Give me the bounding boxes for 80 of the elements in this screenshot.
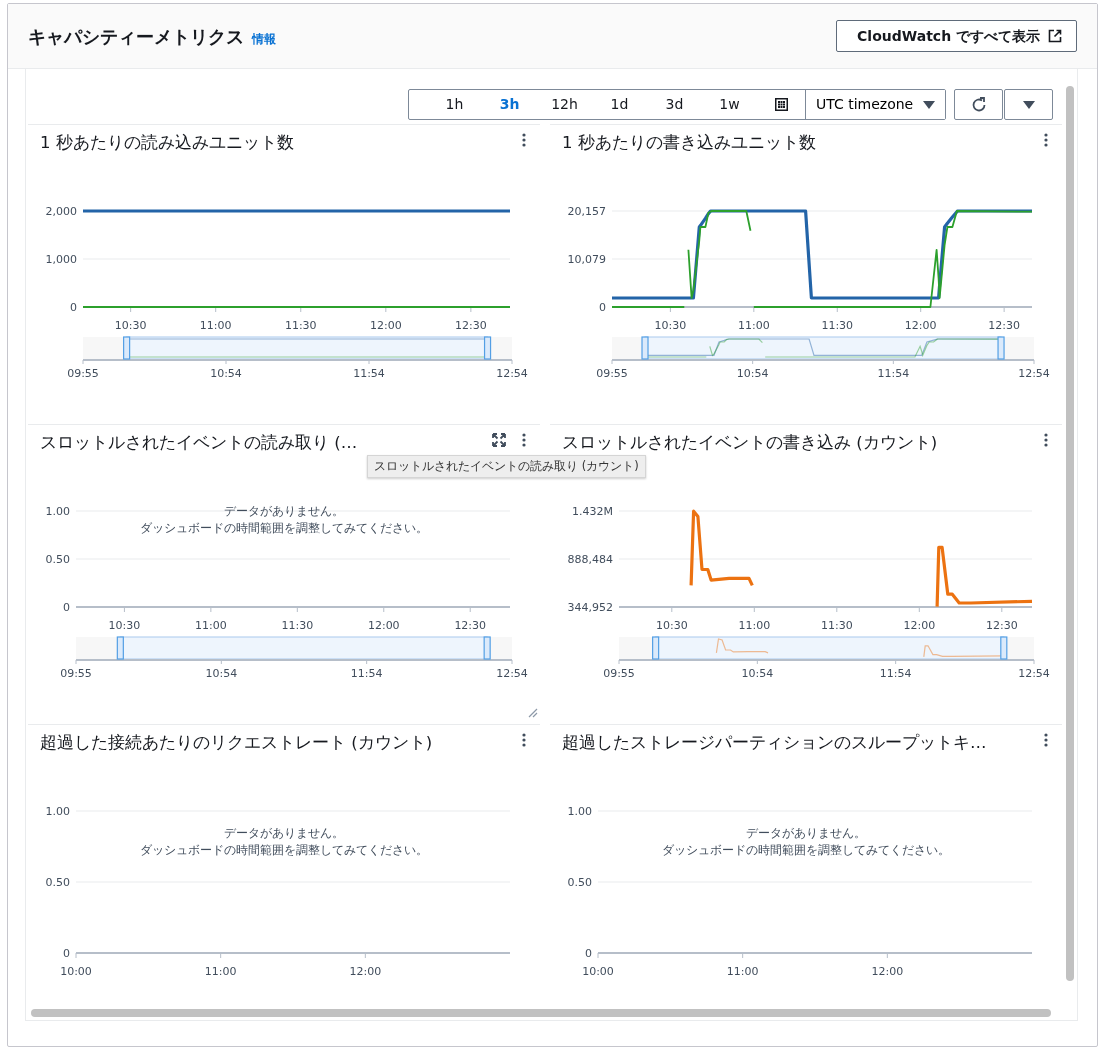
x-axis-label: 12:30	[455, 319, 487, 332]
navigator-axis-label: 12:54	[496, 367, 528, 380]
x-axis-label: 11:00	[199, 319, 232, 332]
x-axis-label: 11:00	[738, 319, 770, 332]
y-axis-label: 1.00	[567, 805, 592, 818]
navigator-axis-label: 12:54	[1018, 667, 1050, 680]
x-axis-label: 12:00	[369, 319, 402, 332]
cloudwatch-button[interactable]: CloudWatch ですべて表示	[836, 20, 1077, 52]
time-range-option[interactable]: 1h	[427, 90, 482, 119]
widget-title: スロットルされたイベントの書き込み (カウント)	[562, 432, 938, 454]
navigator-axis-label: 11:54	[350, 667, 383, 680]
y-axis-label: 1.00	[45, 505, 70, 518]
y-axis-label: 2,000	[45, 205, 77, 218]
navigator-axis-label: 09:55	[67, 367, 99, 380]
time-range-option[interactable]: 3h	[482, 90, 537, 119]
x-axis-label: 12:30	[988, 319, 1020, 332]
no-data-message: データがありません。 ダッシュボードの時間範囲を調整してみてください。	[140, 826, 428, 857]
x-axis-label: 11:00	[195, 619, 227, 632]
x-axis-label: 10:30	[655, 619, 688, 632]
x-axis-label: 12:30	[454, 619, 487, 632]
info-link[interactable]: 情報	[252, 29, 276, 48]
widget-title: 超過したストレージパーティションのスループットキ…	[562, 732, 987, 754]
x-axis-label: 10:30	[108, 619, 141, 632]
navigator-axis-label: 11:54	[353, 367, 385, 380]
timezone-select[interactable]: UTC timezone	[805, 90, 945, 119]
no-data-message: データがありません。 ダッシュボードの時間範囲を調整してみてください。	[140, 504, 428, 535]
x-axis-label: 12:00	[903, 619, 936, 632]
navigator-axis-label: 10:54	[741, 667, 774, 680]
time-range-option[interactable]: 1d	[592, 90, 647, 119]
x-axis-label: 12:00	[904, 319, 937, 332]
y-axis-label: 0.50	[567, 876, 592, 889]
y-axis-label: 1.432M	[572, 505, 613, 518]
x-axis-label: 11:00	[738, 619, 771, 632]
time-range-option[interactable]: 3d	[647, 90, 702, 119]
y-axis-label: 0	[599, 301, 606, 314]
x-axis-label: 11:30	[284, 319, 317, 332]
y-axis-label: 0	[70, 301, 77, 314]
no-data-message: データがありません。 ダッシュボードの時間範囲を調整してみてください。	[662, 826, 950, 857]
y-axis-label: 0.50	[45, 553, 70, 566]
widget-title: スロットルされたイベントの読み取り (…	[40, 432, 358, 454]
widget-title: 1 秒あたりの読み込みユニット数	[40, 132, 294, 154]
y-axis-label: 1.00	[45, 805, 70, 818]
x-axis-label: 11:00	[204, 965, 237, 978]
x-axis-label: 10:00	[582, 965, 614, 978]
navigator-axis-label: 11:54	[879, 667, 912, 680]
navigator-axis-label: 10:54	[210, 367, 242, 380]
y-axis-label: 0	[63, 601, 70, 614]
y-axis-label: 20,157	[567, 205, 606, 218]
navigator-axis-label: 11:54	[877, 367, 910, 380]
navigator-axis-label: 09:55	[596, 367, 628, 380]
navigator-axis-label: 12:54	[1018, 367, 1050, 380]
time-range-option[interactable]: 12h	[537, 90, 592, 119]
y-axis-label: 344,952	[567, 601, 613, 614]
widget-title: 超過した接続あたりのリクエストレート (カウント)	[40, 732, 433, 754]
navigator-axis-label: 09:55	[603, 667, 635, 680]
x-axis-label: 11:30	[820, 619, 853, 632]
y-axis-label: 0	[585, 947, 592, 960]
x-axis-label: 10:00	[60, 965, 92, 978]
widget-title: 1 秒あたりの書き込みユニット数	[562, 132, 816, 154]
y-axis-label: 888,484	[567, 553, 613, 566]
time-range-option[interactable]: 1w	[702, 90, 757, 119]
x-axis-label: 10:30	[114, 319, 147, 332]
y-axis-label: 0	[63, 947, 70, 960]
x-axis-label: 11:00	[726, 965, 759, 978]
y-axis-label: 0.50	[45, 876, 70, 889]
navigator-axis-label: 09:55	[60, 667, 92, 680]
x-axis-label: 12:00	[367, 619, 400, 632]
x-axis-label: 12:00	[871, 965, 904, 978]
x-axis-label: 11:30	[821, 319, 854, 332]
x-axis-label: 10:30	[654, 319, 687, 332]
navigator-axis-label: 10:54	[736, 367, 769, 380]
navigator-axis-label: 12:54	[496, 667, 528, 680]
panel-title: キャパシティーメトリクス	[28, 24, 244, 49]
y-axis-label: 10,079	[567, 253, 606, 266]
y-axis-label: 1,000	[45, 253, 77, 266]
x-axis-label: 12:30	[985, 619, 1018, 632]
x-axis-label: 11:30	[281, 619, 314, 632]
tooltip: スロットルされたイベントの読み取り (カウント)	[367, 455, 646, 479]
x-axis-label: 12:00	[349, 965, 382, 978]
navigator-axis-label: 10:54	[205, 667, 238, 680]
